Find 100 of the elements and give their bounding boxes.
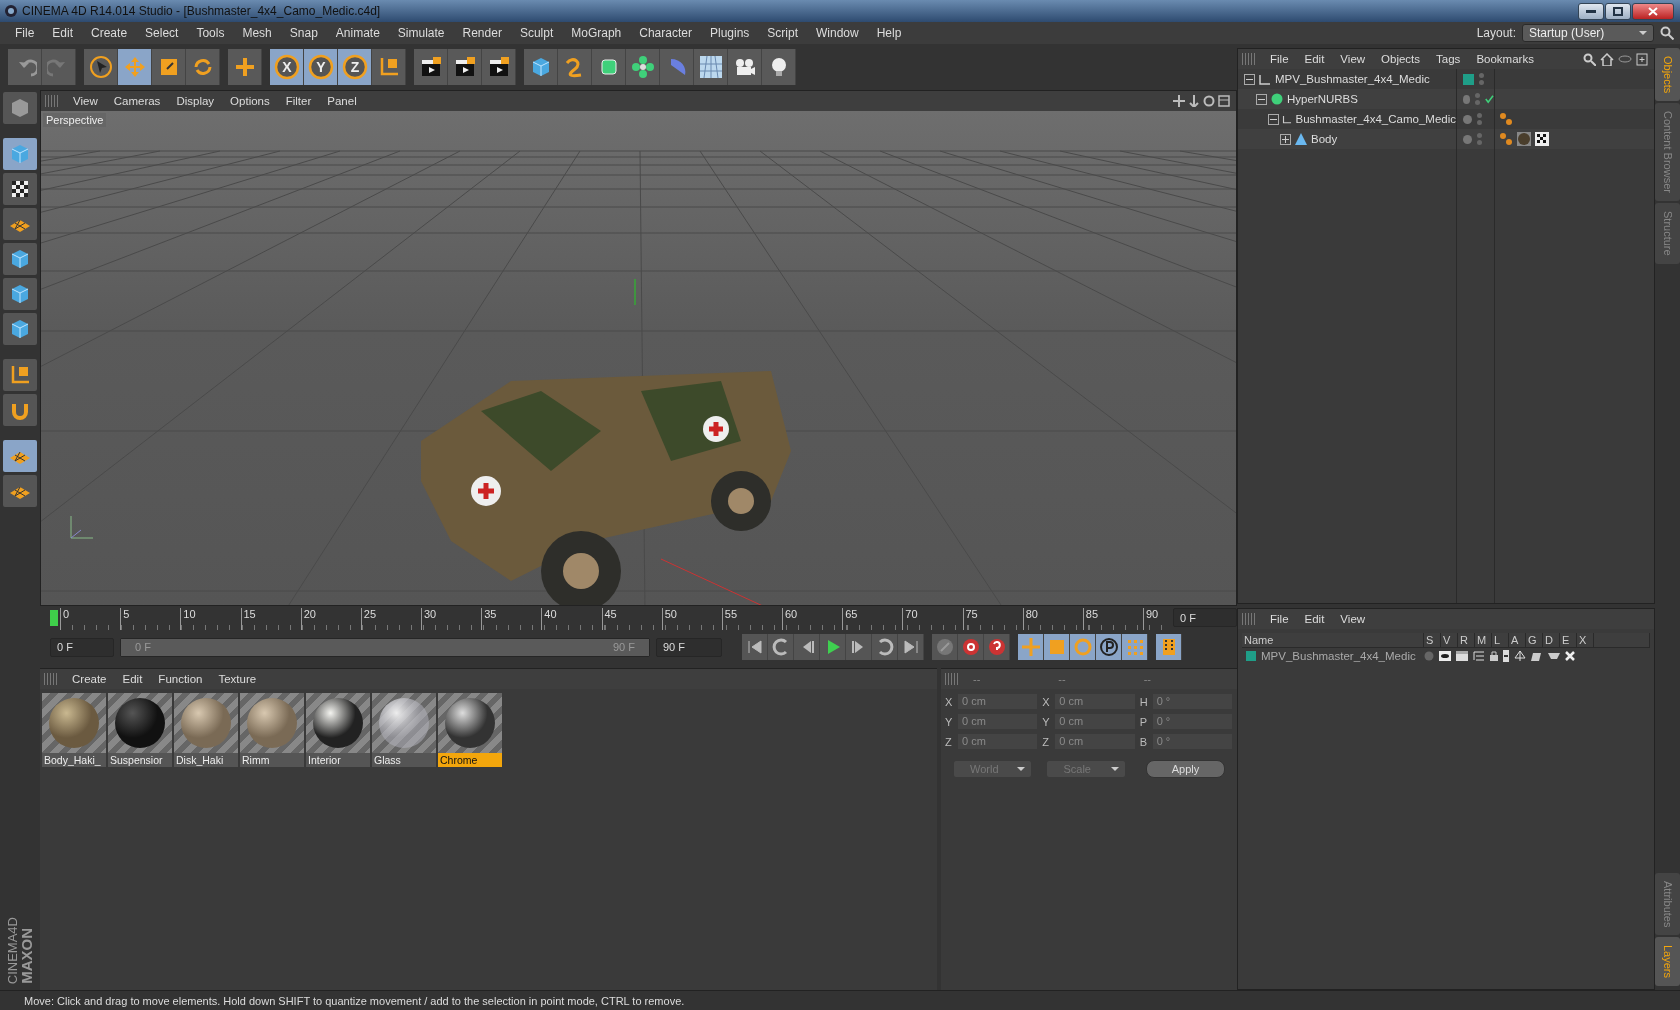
menu-item[interactable]: File [1262,613,1297,625]
menu-item[interactable]: Snap [280,26,327,40]
menu-item[interactable]: Animate [326,26,389,40]
tool-button[interactable] [3,173,37,205]
transport-button[interactable] [1044,634,1070,660]
menu-item[interactable]: Panel [319,95,365,107]
menu-item[interactable]: Window [807,26,868,40]
menu-item[interactable]: Sculpt [510,26,563,40]
menu-item[interactable]: Select [136,26,188,40]
transport-button[interactable] [768,634,794,660]
frame-field[interactable]: 0 F [1173,608,1237,627]
material-swatch[interactable]: Chrome [438,693,502,767]
menu-item[interactable]: Cameras [105,95,169,107]
toolbar-button[interactable] [762,49,796,85]
transport-button[interactable] [1018,634,1044,660]
menu-item[interactable]: File [6,26,44,40]
menu-item[interactable]: File [1262,53,1297,65]
menu-item[interactable]: View [1332,53,1374,65]
side-tab[interactable]: Objects [1655,48,1680,102]
start-frame-field[interactable]: 0 F [50,637,114,657]
menu-item[interactable]: Edit [114,673,151,685]
minimize-button[interactable] [1578,2,1604,20]
menu-item[interactable]: Script [758,26,807,40]
y-axis-handle[interactable] [634,278,636,306]
material-swatch[interactable]: Disk_Haki [174,693,238,767]
playhead-marker[interactable] [50,610,58,626]
end-frame-field[interactable]: 90 F [656,637,722,657]
menu-item[interactable]: Create [82,26,137,40]
menu-item[interactable]: Edit [1296,53,1333,65]
render-dots-icon[interactable] [1475,93,1481,105]
object-name[interactable]: Bushmaster_4x4_Camo_Medic [1295,113,1456,125]
expand-toggle[interactable] [1256,93,1267,105]
menu-item[interactable]: Help [867,26,911,40]
side-tab[interactable]: Layers [1655,936,1680,986]
material-swatch[interactable]: Interior [306,693,370,767]
menu-item[interactable]: Function [150,673,211,685]
menu-item[interactable]: MoGraph [562,26,631,40]
transport-button[interactable] [820,634,846,660]
menu-item[interactable]: View [1332,613,1374,625]
render-dots-icon[interactable] [1479,73,1484,85]
toolbar-button[interactable] [592,49,626,85]
toolbar-button[interactable] [694,49,728,85]
material-swatch[interactable]: Suspensior [108,693,172,767]
layer-name[interactable]: MPV_Bushmaster_4x4_Medic [1261,650,1419,662]
menu-item[interactable]: Simulate [388,26,454,40]
viewport[interactable]: Perspective [41,111,1236,605]
menu-item[interactable]: Tools [187,26,234,40]
toolbar-button[interactable] [448,49,482,85]
object-name[interactable]: HyperNURBS [1287,93,1358,105]
menu-item[interactable]: Mesh [233,26,281,40]
transport-button[interactable] [1122,634,1148,660]
visibility-dot[interactable] [1463,114,1472,124]
close-button[interactable] [1632,2,1674,20]
transport-button[interactable] [1070,634,1096,660]
object-name[interactable]: Body [1311,133,1338,145]
transport-button[interactable] [872,634,898,660]
menu-item[interactable]: Options [222,95,278,107]
render-dots-icon[interactable] [1477,133,1482,145]
menu-item[interactable]: Edit [43,26,83,40]
visibility-dot[interactable] [1463,94,1471,104]
layout-dropdown[interactable]: Startup (User) [1522,24,1654,42]
menu-item[interactable]: Filter [277,95,320,107]
transport-button[interactable] [898,634,924,660]
transport-button[interactable] [984,634,1010,660]
menu-item[interactable]: Objects [1373,53,1429,65]
apply-button[interactable]: Apply [1145,760,1225,778]
expand-toggle[interactable] [1280,133,1291,145]
axis-lock-button[interactable]: Y [304,49,338,85]
material-swatch[interactable]: Glass [372,693,436,767]
transport-button[interactable] [794,634,820,660]
object-name[interactable]: MPV_Bushmaster_4x4_Medic [1275,73,1430,85]
expand-toggle[interactable] [1244,73,1255,85]
visibility-dot[interactable] [1463,134,1472,144]
render-dots-icon[interactable] [1477,113,1482,125]
menu-item[interactable]: Render [453,26,511,40]
menu-item[interactable]: Character [630,26,701,40]
transport-button[interactable] [846,634,872,660]
expand-toggle[interactable] [1268,113,1279,125]
menu-item[interactable]: Bookmarks [1468,53,1542,65]
transport-button[interactable] [1096,634,1122,660]
toolbar-button[interactable] [414,49,448,85]
axis-lock-button[interactable]: X [270,49,304,85]
toolbar-button[interactable] [84,49,118,85]
maximize-button[interactable] [1605,2,1631,20]
axis-lock-button[interactable]: Z [338,49,372,85]
tick-label: 55 [721,608,782,630]
material-swatch[interactable]: Body_Haki_ [42,693,106,767]
menu-item[interactable]: Edit [1296,613,1333,625]
menu-item[interactable]: Display [168,95,223,107]
transport-button[interactable] [958,634,984,660]
transport-button[interactable] [742,634,768,660]
menu-item[interactable]: View [65,95,106,107]
material-swatch[interactable]: Rimm [240,693,304,767]
toolbar-button[interactable] [482,49,516,85]
menu-item[interactable]: Tags [1428,53,1469,65]
toolbar-button[interactable] [728,49,762,85]
transport-button[interactable] [1156,634,1182,660]
menu-item[interactable]: Plugins [700,26,759,40]
menu-item[interactable]: Create [64,673,115,685]
menu-item[interactable]: Texture [210,673,265,685]
